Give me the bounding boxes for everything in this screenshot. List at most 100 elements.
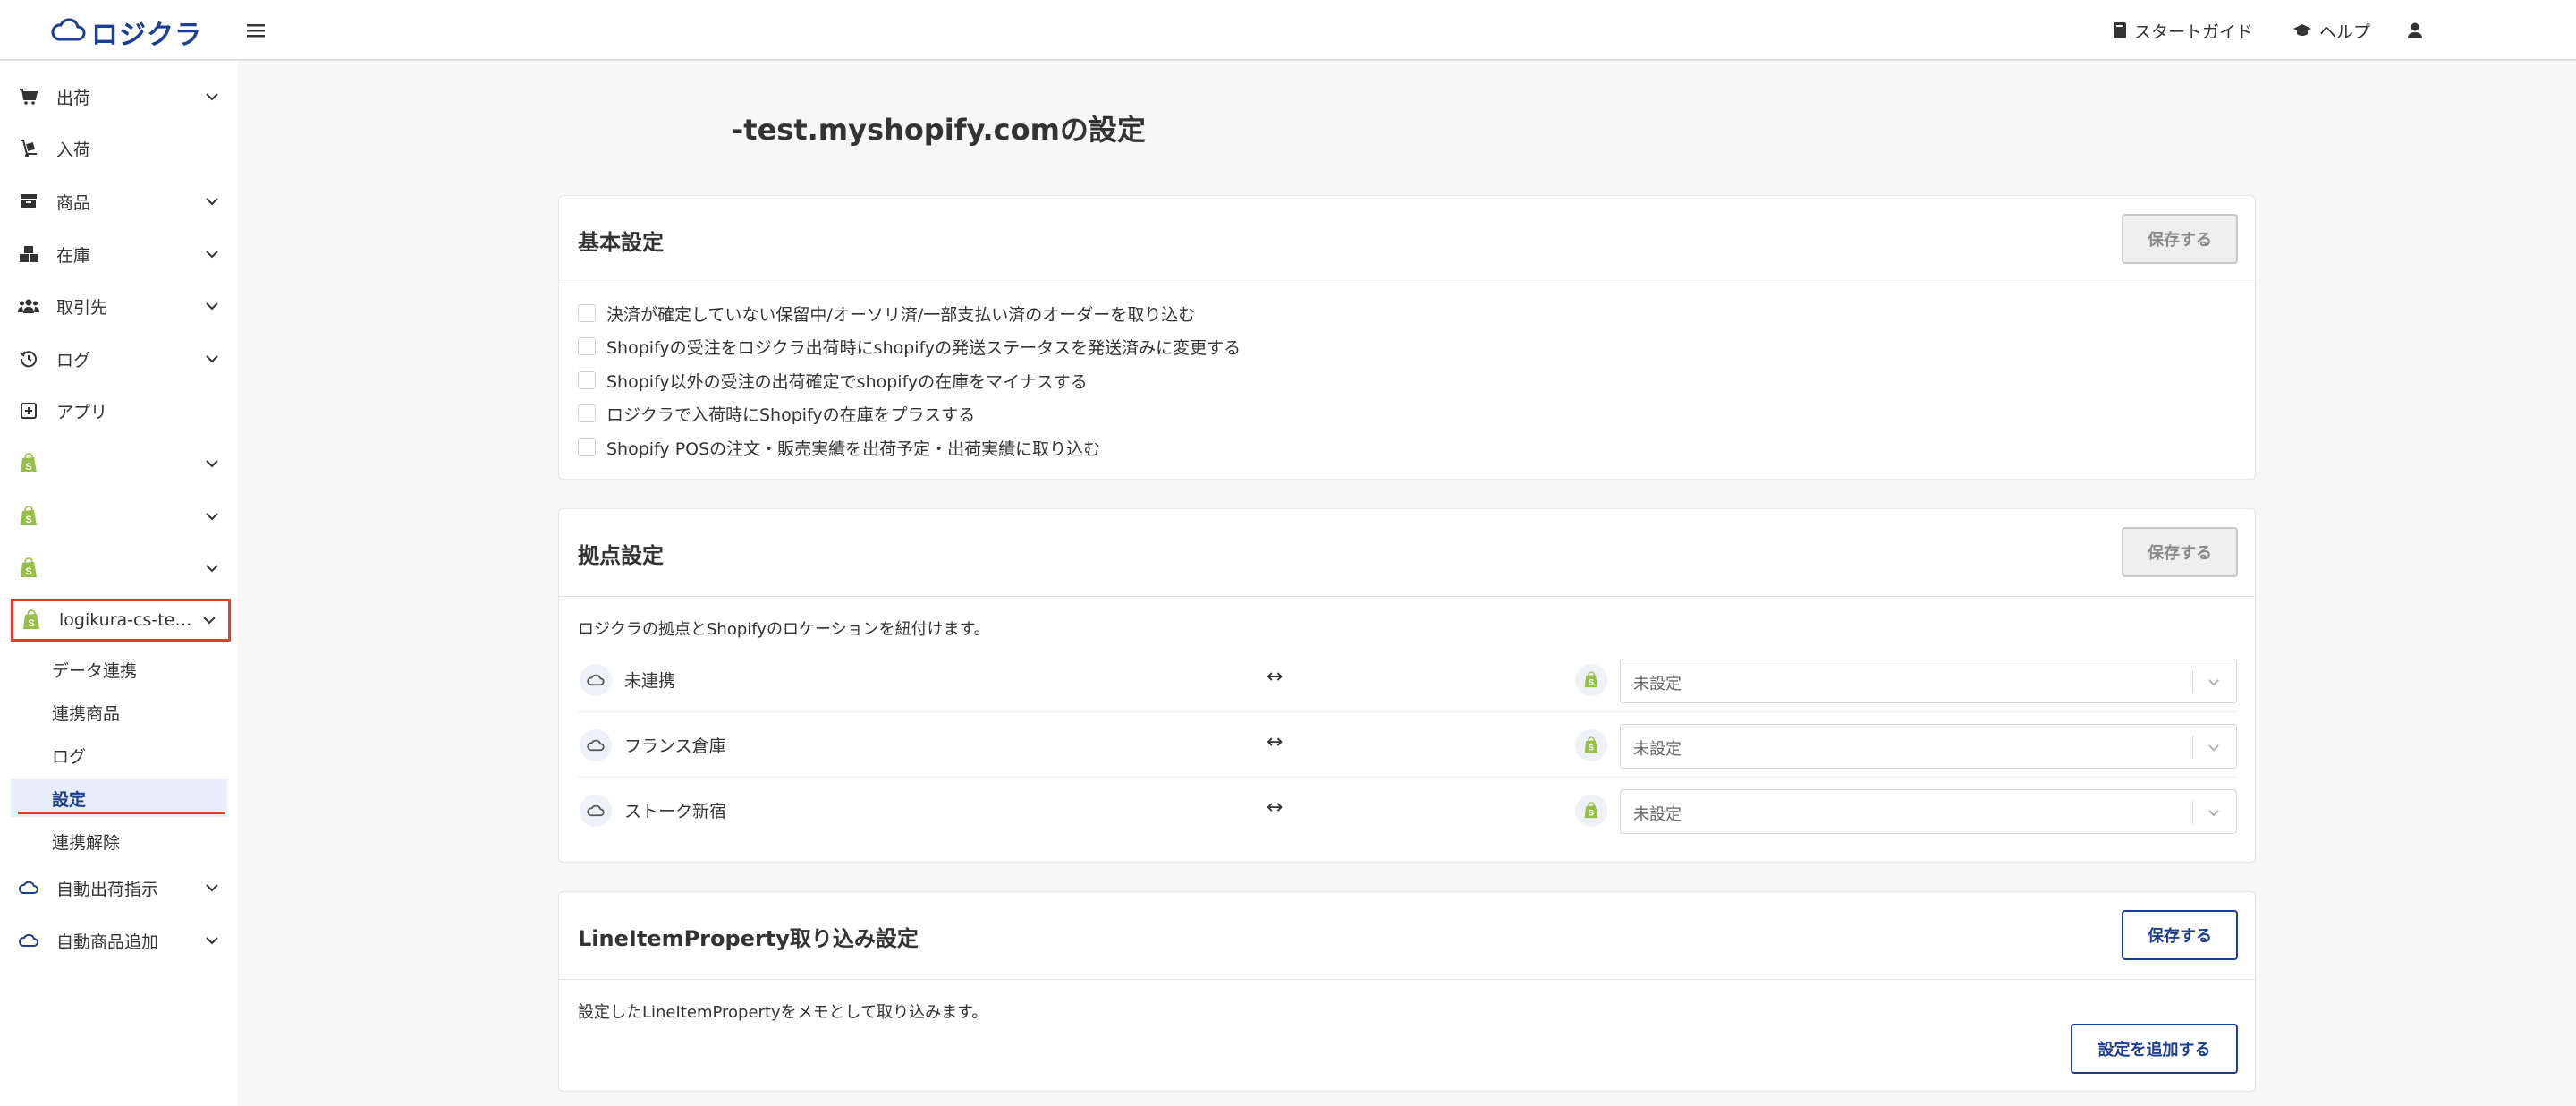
link-arrow-icon: ↔ bbox=[1267, 796, 1284, 819]
shopify-location-select[interactable]: 未設定 bbox=[1620, 724, 2237, 769]
sidebar-item-auto-shipping[interactable]: 自動出荷指示 bbox=[11, 864, 231, 911]
start-guide-label: スタートガイド bbox=[2134, 21, 2254, 42]
chevron-down-icon bbox=[2204, 672, 2224, 692]
basic-settings-card: 基本設定 保存する 決済が確定していない保留中/オーソリ済/一部支払い済のオーダ… bbox=[558, 195, 2256, 480]
history-icon bbox=[18, 348, 39, 370]
option-checkbox-row[interactable]: 決済が確定していない保留中/オーソリ済/一部支払い済のオーダーを取り込む bbox=[578, 300, 1195, 327]
shopify-icon: S bbox=[1575, 729, 1607, 761]
card-title: 拠点設定 bbox=[578, 543, 664, 568]
checkbox[interactable] bbox=[578, 404, 596, 422]
sidebar-item-label: 取引先 bbox=[56, 297, 108, 318]
sidebar-subitem-unlink[interactable]: 連携解除 bbox=[11, 822, 227, 860]
help-link[interactable]: ヘルプ bbox=[2292, 14, 2370, 47]
save-button[interactable]: 保存する bbox=[2122, 910, 2238, 960]
svg-text:S: S bbox=[28, 618, 34, 629]
dolly-icon bbox=[18, 138, 39, 159]
sidebar-item-label: 自動出荷指示 bbox=[56, 879, 159, 899]
chevron-down-icon bbox=[202, 931, 222, 950]
lineitem-settings-card: LineItemProperty取り込み設定 保存する 設定したLineItem… bbox=[558, 891, 2256, 1092]
shopify-icon: S bbox=[18, 506, 39, 527]
location-name: フランス倉庫 bbox=[624, 736, 726, 756]
sidebar-subitem-label: 連携商品 bbox=[52, 703, 121, 724]
logo-text: ロジクラ bbox=[91, 20, 202, 51]
shopify-icon: S bbox=[1575, 664, 1607, 696]
cloud-icon bbox=[580, 729, 612, 761]
sidebar-item-logs[interactable]: ログ bbox=[11, 336, 231, 382]
sidebar-item-apps[interactable]: アプリ bbox=[11, 387, 231, 434]
card-title: 基本設定 bbox=[578, 230, 664, 255]
sidebar-item-label: 出荷 bbox=[56, 88, 91, 108]
sidebar-item-auto-products[interactable]: 自動商品追加 bbox=[11, 917, 231, 964]
sidebar-item-shipping[interactable]: 出荷 bbox=[11, 73, 231, 120]
chevron-down-icon bbox=[202, 87, 222, 106]
sidebar-item-label: アプリ bbox=[56, 402, 108, 422]
checkbox[interactable] bbox=[578, 304, 596, 322]
svg-text:S: S bbox=[25, 566, 31, 577]
option-checkbox-row[interactable]: Shopify以外の受注の出荷確定でshopifyの在庫をマイナスする bbox=[578, 367, 1088, 394]
cloud-logo-icon bbox=[50, 18, 86, 47]
sidebar-subitem-data-sync[interactable]: データ連携 bbox=[11, 651, 227, 688]
sidebar-item-shopify-store-1[interactable]: S bbox=[11, 440, 231, 487]
sidebar-subitem-log[interactable]: ログ bbox=[11, 736, 227, 774]
checkbox[interactable] bbox=[578, 337, 596, 355]
option-checkbox-row[interactable]: Shopifyの受注をロジクラ出荷時にshopifyの発送ステータスを発送済みに… bbox=[578, 333, 1241, 360]
link-arrow-icon: ↔ bbox=[1267, 731, 1284, 753]
save-button[interactable]: 保存する bbox=[2122, 214, 2238, 264]
active-underline bbox=[18, 812, 225, 814]
location-row: ストーク新宿 ↔ S 未設定 bbox=[578, 778, 2238, 843]
select-separator bbox=[2192, 736, 2193, 759]
location-description: ロジクラの拠点とShopifyのロケーションを紐付けます。 bbox=[578, 620, 990, 639]
checkbox[interactable] bbox=[578, 371, 596, 389]
logikura-logo[interactable]: ロジクラ bbox=[50, 13, 202, 52]
shopify-icon: S bbox=[18, 453, 39, 474]
sidebar-item-partners[interactable]: 取引先 bbox=[11, 283, 231, 329]
chevron-down-icon bbox=[2204, 737, 2224, 757]
checkbox[interactable] bbox=[578, 438, 596, 456]
sidebar-item-receiving[interactable]: 入荷 bbox=[11, 125, 231, 172]
sidebar-item-label: 商品 bbox=[56, 192, 91, 213]
sidebar-subitem-label: ログ bbox=[52, 746, 87, 767]
sidebar-item-inventory[interactable]: 在庫 bbox=[11, 231, 231, 277]
lineitem-description: 設定したLineItemPropertyをメモとして取り込みます。 bbox=[578, 1003, 988, 1022]
sidebar-item-products[interactable]: 商品 bbox=[11, 178, 231, 225]
cloud-icon bbox=[580, 664, 612, 696]
save-button[interactable]: 保存する bbox=[2122, 527, 2238, 577]
svg-text:S: S bbox=[1589, 678, 1594, 687]
page-title: -test.myshopify.comの設定 bbox=[732, 113, 1146, 147]
cart-icon bbox=[18, 86, 39, 107]
archive-box-icon bbox=[18, 191, 39, 212]
option-label: Shopify以外の受注の出荷確定でshopifyの在庫をマイナスする bbox=[606, 371, 1088, 392]
top-header: ロジクラ スタートガイド ヘルプ bbox=[0, 0, 2576, 61]
add-setting-button[interactable]: 設定を追加する bbox=[2071, 1024, 2238, 1074]
sidebar-item-logikura-cs-test[interactable]: S logikura-cs-te… bbox=[11, 599, 231, 642]
plus-square-icon bbox=[18, 400, 39, 421]
start-guide-link[interactable]: スタートガイド bbox=[2113, 14, 2253, 47]
user-menu-button[interactable] bbox=[2406, 14, 2424, 47]
card-header: 拠点設定 保存する bbox=[559, 509, 2255, 597]
sidebar-subitem-label: 設定 bbox=[52, 789, 87, 810]
cloud-icon bbox=[18, 877, 39, 898]
sidebar-item-label: ログ bbox=[56, 350, 91, 370]
svg-text:S: S bbox=[25, 462, 31, 472]
chevron-down-icon bbox=[202, 296, 222, 316]
people-icon bbox=[18, 295, 39, 317]
chevron-down-icon bbox=[2204, 803, 2224, 822]
sidebar-item-label: 自動商品追加 bbox=[56, 932, 159, 952]
sidebar-subitem-linked-products[interactable]: 連携商品 bbox=[11, 693, 227, 731]
option-checkbox-row[interactable]: Shopify POSの注文・販売実績を出荷予定・出荷実績に取り込む bbox=[578, 434, 1100, 461]
help-label: ヘルプ bbox=[2319, 21, 2371, 42]
option-checkbox-row[interactable]: ロジクラで入荷時にShopifyの在庫をプラスする bbox=[578, 400, 975, 427]
chevron-down-icon bbox=[202, 349, 222, 369]
sidebar-item-label: 入荷 bbox=[56, 140, 91, 160]
cloud-icon bbox=[580, 795, 612, 827]
shopify-icon: S bbox=[18, 557, 39, 579]
shopify-location-select[interactable]: 未設定 bbox=[1620, 789, 2237, 834]
location-name: ストーク新宿 bbox=[624, 802, 727, 821]
chevron-down-icon bbox=[202, 558, 222, 578]
menu-toggle-button[interactable] bbox=[243, 18, 268, 43]
chevron-down-icon bbox=[202, 454, 222, 473]
sidebar-item-shopify-store-3[interactable]: S bbox=[11, 545, 231, 591]
sidebar-item-shopify-store-2[interactable]: S bbox=[11, 493, 231, 540]
sidebar-item-label: logikura-cs-te… bbox=[59, 610, 192, 630]
shopify-location-select[interactable]: 未設定 bbox=[1620, 659, 2237, 703]
